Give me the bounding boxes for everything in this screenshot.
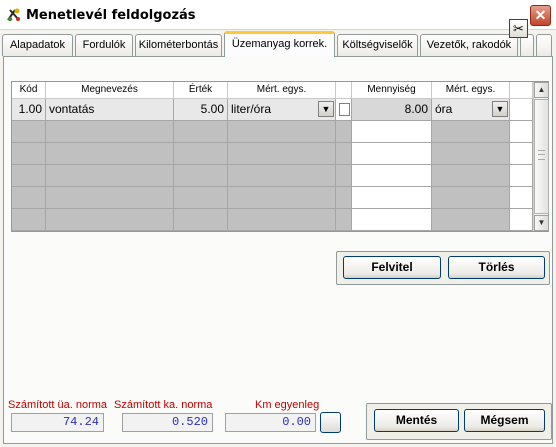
col-header-action bbox=[510, 82, 533, 99]
cell-kod[interactable]: 1.00 bbox=[12, 99, 46, 121]
scroll-down-icon[interactable]: ▼ bbox=[534, 215, 549, 231]
megsem-button[interactable]: Mégsem bbox=[464, 409, 545, 432]
empty-grid-cell[interactable] bbox=[174, 143, 228, 165]
cell-megnevezes[interactable]: vontatás bbox=[46, 99, 174, 121]
tab-kilometerbontas[interactable]: Kilométerbontás bbox=[135, 34, 222, 56]
tab-uzemanyag-korrek[interactable]: Üzemanyag korrek. bbox=[224, 31, 335, 57]
empty-grid-cell[interactable] bbox=[46, 209, 174, 231]
empty-grid-cell[interactable] bbox=[12, 187, 46, 209]
empty-grid-cell[interactable] bbox=[336, 187, 352, 209]
cell-action bbox=[510, 99, 533, 121]
row-checkbox[interactable] bbox=[339, 103, 350, 116]
cell-ertek[interactable]: 5.00 bbox=[174, 99, 228, 121]
empty-grid-cell[interactable] bbox=[352, 165, 432, 187]
cell-mert-egys-value: liter/óra bbox=[231, 102, 272, 116]
tab-overflow-2[interactable] bbox=[536, 34, 552, 56]
km-egyenleg-button[interactable] bbox=[320, 412, 341, 433]
empty-grid-cell[interactable] bbox=[432, 187, 510, 209]
ka-norma-value: 0.520 bbox=[122, 413, 213, 432]
grip-icon bbox=[538, 150, 545, 160]
empty-grid-cell[interactable] bbox=[46, 121, 174, 143]
felvitel-button[interactable]: Felvitel bbox=[343, 256, 441, 279]
cell-mennyiseg[interactable]: 8.00 bbox=[352, 99, 432, 121]
main-window: Menetlevél feldolgozás ✕ Alapadatok Ford… bbox=[0, 0, 556, 447]
empty-grid-cell[interactable] bbox=[510, 165, 533, 187]
cell-flag[interactable] bbox=[336, 99, 352, 121]
mentes-button[interactable]: Mentés bbox=[374, 409, 459, 432]
empty-grid-cell[interactable] bbox=[46, 187, 174, 209]
empty-grid-cell[interactable] bbox=[336, 165, 352, 187]
tab-strip: Alapadatok Fordulók Kilométerbontás Üzem… bbox=[0, 30, 556, 57]
col-header-kod[interactable]: Kód bbox=[12, 82, 46, 99]
cell-mert-egys-2-value: óra bbox=[435, 102, 453, 116]
col-header-flag[interactable] bbox=[336, 82, 352, 99]
scroll-up-icon[interactable]: ▲ bbox=[534, 82, 549, 98]
ka-norma-label: Számított ka. norma bbox=[114, 399, 213, 411]
empty-grid-cell[interactable] bbox=[12, 209, 46, 231]
col-header-mert-egys-2[interactable]: Mért. egys. bbox=[432, 82, 510, 99]
window-title: Menetlevél feldolgozás bbox=[26, 8, 196, 23]
empty-grid-cell[interactable] bbox=[432, 121, 510, 143]
empty-grid-cell[interactable] bbox=[510, 121, 533, 143]
ua-norma-label: Számított üa. norma bbox=[8, 399, 108, 411]
close-button[interactable]: ✕ bbox=[530, 5, 551, 26]
empty-grid-cell[interactable] bbox=[432, 165, 510, 187]
km-egyenleg-value: 0.00 bbox=[225, 413, 316, 432]
empty-grid-cell[interactable] bbox=[228, 187, 336, 209]
vertical-scrollbar[interactable]: ▲ ▼ bbox=[533, 82, 549, 231]
empty-grid-cell[interactable] bbox=[228, 121, 336, 143]
col-header-mert-egys[interactable]: Mért. egys. bbox=[228, 82, 336, 99]
empty-grid-cell[interactable] bbox=[174, 121, 228, 143]
empty-grid-cell[interactable] bbox=[510, 187, 533, 209]
title-bar: Menetlevél feldolgozás ✕ bbox=[0, 0, 556, 30]
empty-grid-cell[interactable] bbox=[174, 165, 228, 187]
empty-grid-cell[interactable] bbox=[46, 143, 174, 165]
empty-grid-cell[interactable] bbox=[352, 209, 432, 231]
tab-fordulok[interactable]: Fordulók bbox=[75, 34, 133, 56]
col-header-megnevezes[interactable]: Megnevezés bbox=[46, 82, 174, 99]
cell-mert-egys-2[interactable]: óra ▼ bbox=[432, 99, 510, 121]
tab-alapadatok[interactable]: Alapadatok bbox=[2, 34, 73, 56]
empty-grid-cell[interactable] bbox=[336, 209, 352, 231]
torles-button[interactable]: Törlés bbox=[448, 256, 545, 279]
empty-grid-cell[interactable] bbox=[352, 121, 432, 143]
empty-grid-cell[interactable] bbox=[174, 209, 228, 231]
km-egyenleg-label: Km egyenleg bbox=[255, 399, 320, 411]
empty-grid-cell[interactable] bbox=[432, 143, 510, 165]
empty-grid-cell[interactable] bbox=[12, 143, 46, 165]
empty-grid-cell[interactable] bbox=[510, 143, 533, 165]
empty-grid-cell[interactable] bbox=[46, 165, 174, 187]
empty-grid-cell[interactable] bbox=[174, 187, 228, 209]
scroll-thumb[interactable] bbox=[534, 99, 549, 214]
empty-grid-cell[interactable] bbox=[336, 143, 352, 165]
scissors-icon[interactable]: ✂ bbox=[509, 19, 528, 38]
app-icon bbox=[7, 8, 20, 22]
fuel-correction-grid: Kód Megnevezés Érték Mért. egys. Mennyis… bbox=[11, 81, 549, 232]
col-header-ertek[interactable]: Érték bbox=[174, 82, 228, 99]
empty-grid-cell[interactable] bbox=[352, 187, 432, 209]
tab-koltsegviselok[interactable]: Költségviselők bbox=[337, 34, 418, 56]
cell-mert-egys[interactable]: liter/óra ▼ bbox=[228, 99, 336, 121]
chevron-down-icon[interactable]: ▼ bbox=[318, 101, 334, 117]
empty-grid-cell[interactable] bbox=[510, 209, 533, 231]
chevron-down-icon[interactable]: ▼ bbox=[492, 101, 508, 117]
empty-grid-cell[interactable] bbox=[432, 209, 510, 231]
empty-grid-cell[interactable] bbox=[228, 165, 336, 187]
col-header-mennyiseg[interactable]: Mennyiség bbox=[352, 82, 432, 99]
empty-grid-cell[interactable] bbox=[12, 165, 46, 187]
empty-grid-cell[interactable] bbox=[228, 209, 336, 231]
ua-norma-value: 74.24 bbox=[11, 413, 104, 432]
empty-grid-cell[interactable] bbox=[12, 121, 46, 143]
empty-grid-cell[interactable] bbox=[228, 143, 336, 165]
tab-vezetok-rakodok[interactable]: Vezetők, rakodók bbox=[420, 34, 518, 56]
empty-grid-cell[interactable] bbox=[352, 143, 432, 165]
empty-grid-cell[interactable] bbox=[336, 121, 352, 143]
